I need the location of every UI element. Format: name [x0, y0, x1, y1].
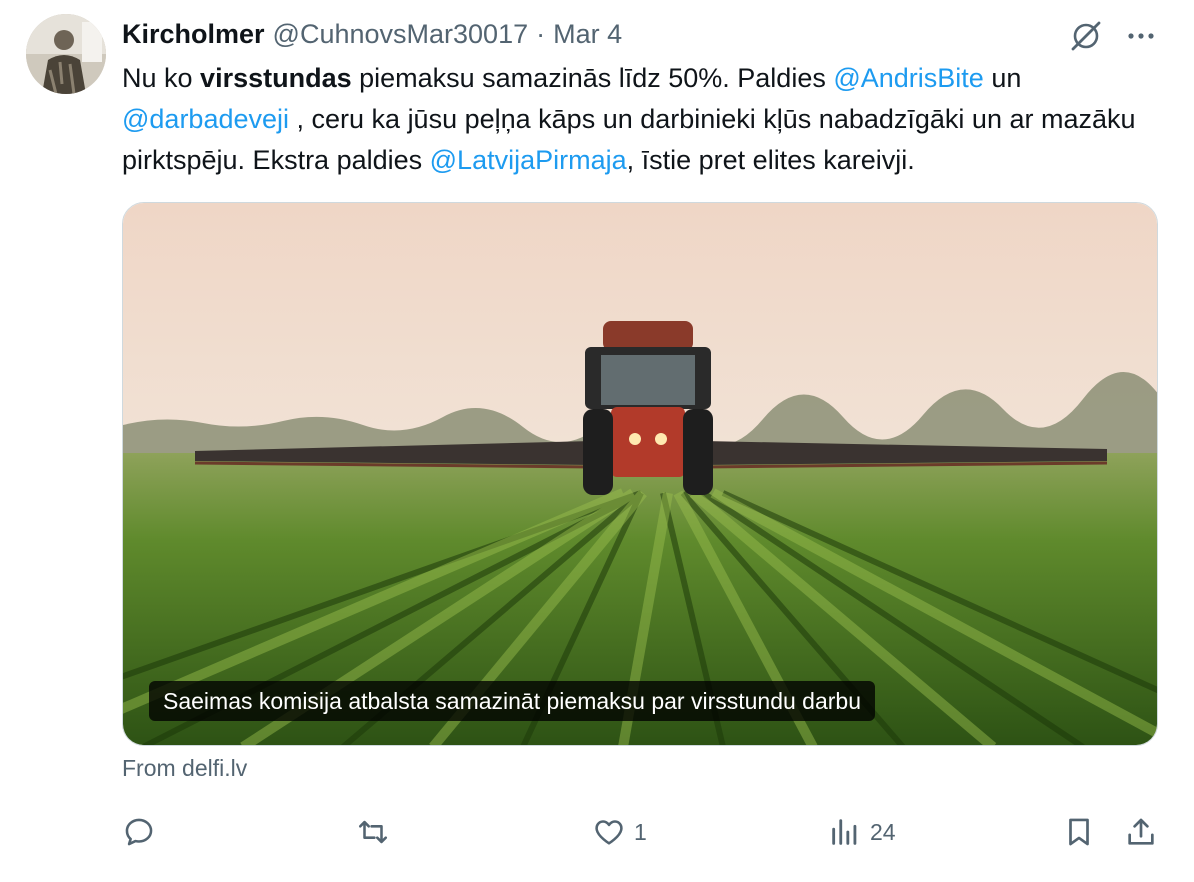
card-caption: Saeimas komisija atbalsta samazināt piem…: [149, 681, 875, 721]
reply-icon: [125, 818, 153, 846]
retweet-icon: [358, 820, 388, 844]
mention-link[interactable]: @darbadeveji: [122, 104, 289, 134]
bookmark-icon: [1069, 818, 1089, 846]
tweet-header: Kircholmer @CuhnovsMar30017 · Mar 4: [122, 14, 622, 54]
tweet: Kircholmer @CuhnovsMar30017 · Mar 4 Nu k…: [0, 0, 1194, 882]
separator-dot: ·: [536, 18, 546, 49]
bold-word: virsstundas: [200, 63, 352, 93]
views-icon: [832, 819, 857, 845]
avatar-image: [26, 14, 106, 94]
mention-link[interactable]: @AndrisBite: [833, 63, 983, 93]
views-button[interactable]: 24: [828, 808, 896, 856]
reply-button[interactable]: [122, 808, 164, 856]
more-icon: [1128, 33, 1154, 39]
author-name[interactable]: Kircholmer: [122, 19, 265, 50]
text-segment: Nu ko: [122, 63, 201, 93]
mention-link[interactable]: @LatvijaPirmaja: [430, 145, 627, 175]
action-bar: 1 24: [0, 800, 1194, 864]
retweet-button[interactable]: [356, 808, 398, 856]
text-segment: , īstie pret elites kareivji.: [626, 145, 915, 175]
link-card[interactable]: Saeimas komisija atbalsta samazināt piem…: [122, 202, 1158, 746]
more-button[interactable]: [1119, 14, 1163, 58]
views-count: 24: [870, 818, 896, 845]
grok-icon: [1071, 21, 1101, 51]
share-icon: [1128, 818, 1154, 845]
tweet-date[interactable]: Mar 4: [553, 19, 622, 50]
like-button[interactable]: 1: [592, 808, 647, 856]
card-source[interactable]: From delfi.lv: [122, 755, 247, 782]
avatar[interactable]: [26, 14, 106, 94]
card-image: [123, 203, 1157, 745]
text-segment: un: [983, 63, 1022, 93]
heart-icon: [595, 820, 623, 845]
grok-button[interactable]: [1064, 14, 1108, 58]
tweet-text: Nu ko virsstundas piemaksu samazinās līd…: [122, 58, 1172, 181]
text-segment: piemaksu samazinās līdz 50%. Paldies: [351, 63, 834, 93]
bookmark-button[interactable]: [1062, 808, 1096, 856]
author-handle[interactable]: @CuhnovsMar30017: [273, 19, 529, 50]
share-button[interactable]: [1124, 808, 1158, 856]
like-count: 1: [634, 818, 647, 845]
